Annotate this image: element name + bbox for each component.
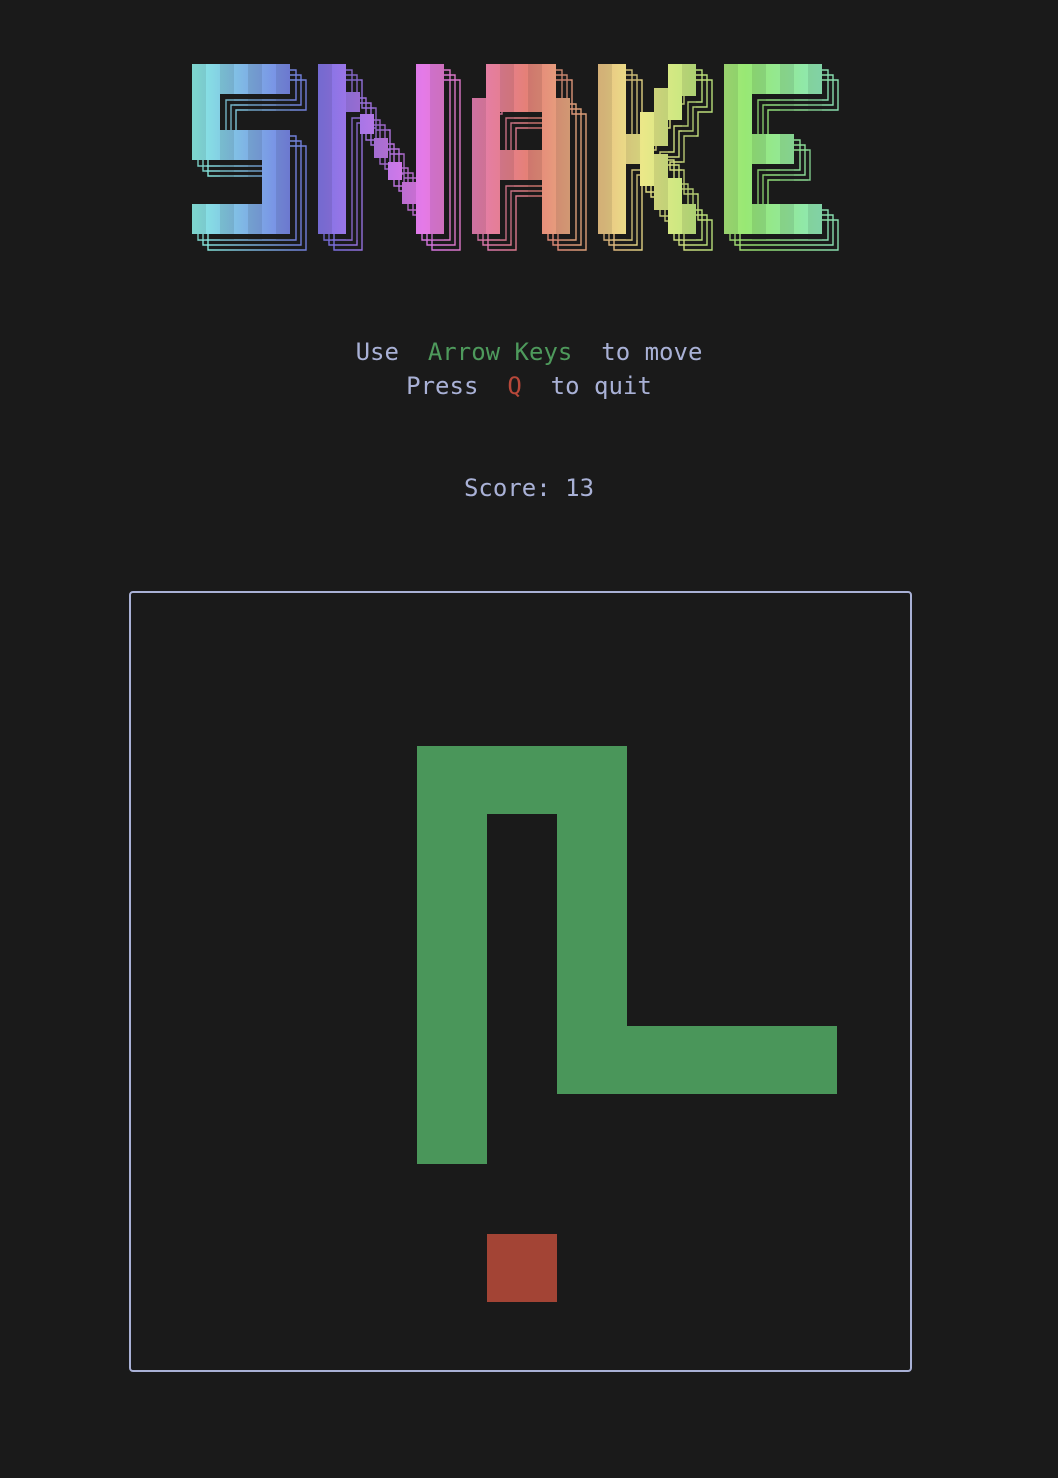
snake-segment [417,816,487,884]
snake-segment [557,746,627,814]
snake-segment-join [557,1024,627,1026]
snake-segment [557,1026,627,1094]
help-line-quit: Press Q to quit [0,372,1058,400]
snake-segment-join [417,814,487,816]
score-value: 13 [565,474,595,502]
snake-segment [627,1026,697,1094]
snake-segment [557,956,627,1024]
snake-segment [417,956,487,1024]
snake-segment [417,1096,487,1164]
board-canvas [417,746,837,1302]
score-label: Score: [463,474,551,502]
snake-segment [767,1026,837,1094]
snake-segment-join [417,884,487,886]
game-title-logo [192,60,839,251]
food-apple [487,1234,557,1302]
snake-segment [417,886,487,954]
game-board [129,591,912,1372]
snake-segment [557,886,627,954]
snake-segment-join [557,884,627,886]
snake-segment-join [417,1024,487,1026]
help-line-move: Use Arrow Keys to move [0,338,1058,366]
snake-segment [697,1026,767,1094]
score-display: Score: 13 [0,474,1058,502]
snake-segment-join [557,814,627,816]
snake-segment [417,746,487,814]
snake-segment-join [417,954,487,956]
arrow-keys-label: Arrow Keys [427,338,573,366]
snake-segment-join [557,954,627,956]
snake-segment [417,1026,487,1094]
help-quit-text: to quit [550,372,652,400]
snake-segment-join [417,1094,487,1096]
quit-key-label: Q [507,372,522,400]
help-move-text: to move [601,338,703,366]
snake-segment [557,816,627,884]
snake-segment [487,746,557,814]
help-use-text: Use [355,338,399,366]
help-press-text: Press [406,372,479,400]
